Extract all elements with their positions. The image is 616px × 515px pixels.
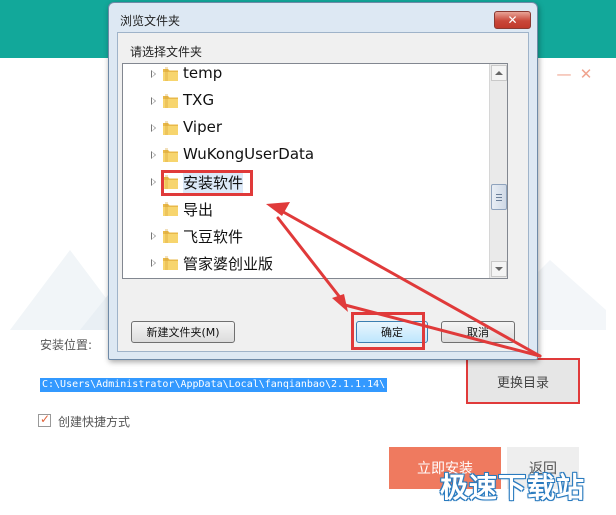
tree-item-label: WuKongUserData [183, 145, 315, 163]
dialog-title: 浏览文件夹 [120, 14, 181, 28]
minimize-icon[interactable]: — [556, 66, 572, 82]
install-path-text: C:\Users\Administrator\AppData\Local\fan… [40, 378, 388, 392]
folder-icon [163, 121, 178, 135]
tree-item-viper[interactable]: Viper [123, 115, 493, 142]
install-location-label: 安装位置: [40, 338, 93, 352]
folder-icon [163, 67, 178, 81]
arrow-down-icon [495, 267, 503, 271]
browse-folder-dialog: 浏览文件夹 ✕ 请选择文件夹 temp TXG Viper WuKongUser… [108, 2, 538, 360]
close-icon: ✕ [507, 13, 518, 27]
expand-arrow-icon[interactable] [151, 232, 156, 240]
new-folder-button[interactable]: 新建文件夹(M) [131, 321, 235, 343]
folder-icon [163, 256, 178, 270]
tree-item-label: temp [183, 64, 223, 82]
expand-arrow-icon[interactable] [151, 70, 156, 78]
folder-icon [163, 148, 178, 162]
tree-item-label: 飞豆软件 [183, 228, 244, 246]
dialog-close-button[interactable]: ✕ [494, 11, 531, 29]
create-shortcut-label: 创建快捷方式 [58, 415, 131, 429]
checkmark-icon: ✓ [40, 412, 51, 426]
tree-item-guanjiapo[interactable]: 管家婆创业版 [123, 250, 493, 277]
close-icon[interactable]: ✕ [578, 66, 594, 82]
tree-item-label: 导出 [183, 201, 214, 219]
watermark-text: 极速下载站 [440, 471, 586, 504]
folder-tree[interactable]: temp TXG Viper WuKongUserData 安装软件 导出 飞豆… [122, 63, 508, 279]
change-directory-button[interactable]: 更换目录 [466, 358, 580, 404]
cancel-button[interactable]: 取消 [441, 321, 515, 343]
folder-icon [163, 229, 178, 243]
tree-item-wukonguserdata[interactable]: WuKongUserData [123, 142, 493, 169]
expand-arrow-icon[interactable] [151, 97, 156, 105]
selection-highlight-box [161, 170, 253, 196]
dialog-prompt: 请选择文件夹 [130, 45, 203, 59]
tree-item-temp[interactable]: temp [123, 64, 493, 88]
tree-item-feidou-software[interactable]: 飞豆软件 [123, 223, 493, 250]
expand-arrow-icon[interactable] [151, 259, 156, 267]
tree-item-txg[interactable]: TXG [123, 88, 493, 115]
expand-arrow-icon[interactable] [151, 124, 156, 132]
folder-icon [163, 94, 178, 108]
scroll-down-button[interactable] [491, 261, 507, 277]
tree-item-export[interactable]: 导出 [123, 196, 493, 223]
arrow-up-icon [495, 71, 503, 75]
scroll-thumb[interactable] [491, 184, 507, 210]
tree-item-label: Viper [183, 118, 223, 136]
tree-item-install-software[interactable]: 安装软件 [123, 169, 493, 196]
vertical-scrollbar[interactable] [489, 64, 507, 278]
create-shortcut-checkbox[interactable]: ✓ [38, 412, 51, 427]
ok-highlight-box [351, 312, 425, 350]
tree-item-label: TXG [183, 91, 215, 109]
grip-icon [496, 194, 502, 201]
tree-item-label: 管家婆创业版 [183, 255, 274, 273]
folder-icon [163, 202, 178, 216]
expand-arrow-icon[interactable] [151, 178, 156, 186]
expand-arrow-icon[interactable] [151, 151, 156, 159]
install-path-field[interactable]: C:\Users\Administrator\AppData\Local\fan… [40, 374, 460, 398]
scroll-up-button[interactable] [491, 65, 507, 81]
